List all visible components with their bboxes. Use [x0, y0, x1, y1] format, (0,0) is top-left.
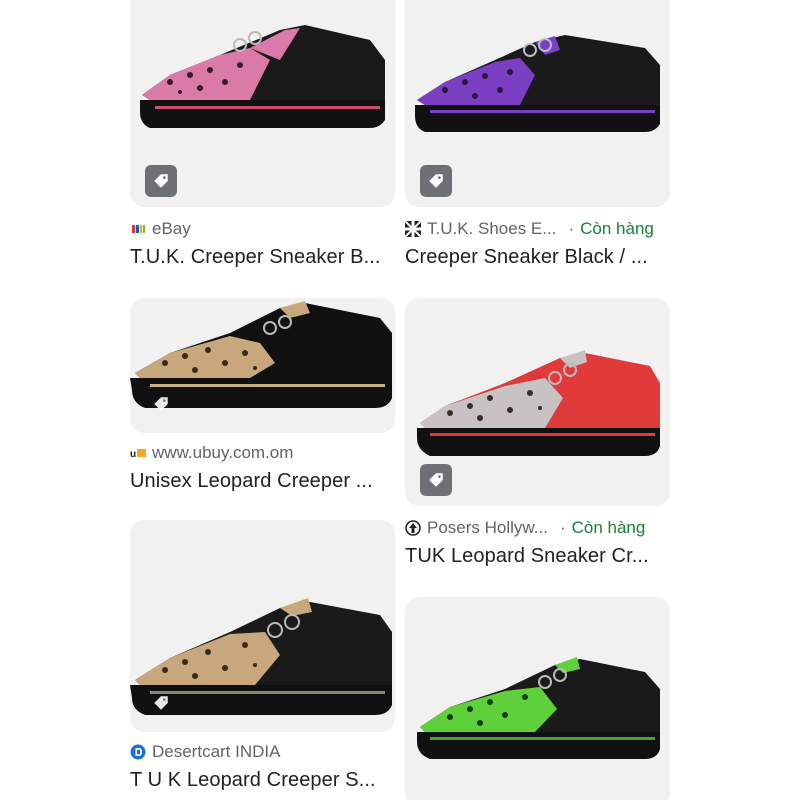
ubuy-icon: u	[130, 449, 146, 460]
product-image[interactable]	[405, 597, 670, 800]
result-source: Desertcart INDIA	[130, 741, 395, 763]
source-name: www.ubuy.com.om	[152, 443, 294, 462]
source-name: Posers Hollyw...	[427, 518, 548, 537]
result-card[interactable]: u www.ubuy.com.om Unisex Leopard Creeper…	[130, 298, 395, 492]
result-card[interactable]: Desertcart INDIA T U K Leopard Creeper S…	[130, 520, 395, 791]
svg-text:u: u	[130, 449, 136, 460]
result-source: eBay	[130, 218, 395, 240]
product-image[interactable]	[130, 298, 395, 433]
source-name: eBay	[152, 219, 191, 238]
result-source: u www.ubuy.com.om	[130, 442, 395, 464]
posers-icon	[405, 520, 421, 536]
result-card[interactable]: Posers Hollyw... · Còn hàng TUK Leopard …	[405, 298, 670, 567]
separator-dot: ·	[568, 219, 575, 238]
product-image[interactable]	[130, 0, 395, 207]
result-source: Posers Hollyw... · Còn hàng	[405, 517, 670, 539]
result-title[interactable]: T U K Leopard Creeper S...	[130, 769, 395, 792]
shopping-tag-icon	[420, 165, 452, 197]
shopping-tag-icon	[145, 165, 177, 197]
source-name: Desertcart INDIA	[152, 742, 281, 761]
source-name: T.U.K. Shoes E...	[427, 219, 557, 238]
result-card[interactable]	[405, 597, 670, 800]
ebay-icon	[132, 225, 145, 233]
shopping-tag-icon	[145, 388, 177, 420]
result-card[interactable]: T.U.K. Shoes E... · Còn hàng Creeper Sne…	[405, 0, 670, 268]
product-image[interactable]	[130, 520, 395, 732]
result-title[interactable]: Creeper Sneaker Black / ...	[405, 246, 670, 269]
shopping-tag-icon	[145, 687, 177, 719]
separator-dot: ·	[559, 518, 566, 537]
tuk-icon	[405, 221, 421, 237]
result-source: T.U.K. Shoes E... · Còn hàng	[405, 218, 670, 240]
result-title[interactable]: TUK Leopard Sneaker Cr...	[405, 545, 670, 568]
stock-status: Còn hàng	[571, 518, 646, 537]
shopping-tag-icon	[420, 464, 452, 496]
product-image[interactable]	[405, 0, 670, 207]
result-title[interactable]: T.U.K. Creeper Sneaker B...	[130, 246, 395, 269]
desertcart-icon	[130, 744, 146, 760]
result-title[interactable]: Unisex Leopard Creeper ...	[130, 470, 395, 493]
sneaker-image	[417, 657, 660, 759]
result-card[interactable]: eBay T.U.K. Creeper Sneaker B...	[130, 0, 395, 268]
product-image[interactable]	[405, 298, 670, 506]
stock-status: Còn hàng	[580, 219, 654, 238]
